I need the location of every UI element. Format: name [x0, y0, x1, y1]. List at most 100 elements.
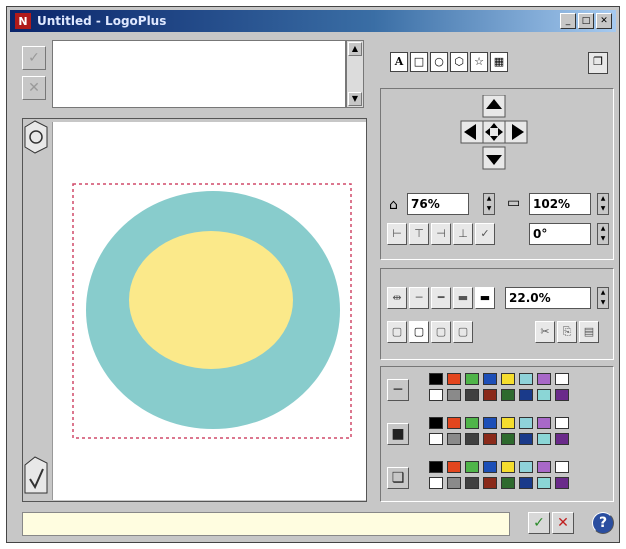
rotation-spinner[interactable]: ▲ ▼ [597, 223, 609, 245]
scroll-down-icon[interactable]: ▼ [348, 92, 362, 106]
rectangle-tool-button[interactable]: □ [410, 52, 428, 72]
minimize-button[interactable]: _ [560, 13, 576, 29]
fill-color-swatch[interactable] [447, 417, 461, 429]
height-scale-field[interactable]: 102% [529, 193, 591, 215]
line-style-button-4[interactable]: ▬ [453, 287, 473, 309]
apply-align-button[interactable]: ✓ [475, 223, 495, 245]
fill-color-swatch[interactable] [519, 433, 533, 445]
shadow-color-swatch[interactable] [483, 477, 497, 489]
line-color-swatch[interactable] [465, 389, 479, 401]
shadow-color-swatch[interactable] [465, 477, 479, 489]
checkmark-handle-icon[interactable] [24, 456, 48, 494]
line-color-swatch[interactable] [519, 389, 533, 401]
accept-text-button[interactable]: ✓ [22, 46, 46, 70]
shadow-color-indicator[interactable]: ❏ [387, 467, 409, 489]
corner-round-button[interactable]: ▢ [409, 321, 429, 343]
shadow-color-swatch[interactable] [537, 477, 551, 489]
cut-button[interactable]: ✂ [535, 321, 555, 343]
shadow-color-swatch[interactable] [555, 477, 569, 489]
fill-color-swatch[interactable] [483, 417, 497, 429]
line-color-swatch[interactable] [537, 389, 551, 401]
line-style-button-5[interactable]: ▬ [475, 287, 495, 309]
shadow-color-swatch[interactable] [501, 477, 515, 489]
line-color-swatch[interactable] [465, 373, 479, 385]
fill-color-swatch[interactable] [537, 433, 551, 445]
fill-color-swatch[interactable] [537, 417, 551, 429]
shadow-color-swatch[interactable] [519, 477, 533, 489]
line-color-indicator[interactable]: ─ [387, 379, 409, 401]
line-style-button-2[interactable]: ─ [409, 287, 429, 309]
fill-color-swatch[interactable] [447, 433, 461, 445]
shadow-color-swatch[interactable] [501, 461, 515, 473]
text-scrollbar[interactable]: ▲ ▼ [346, 40, 364, 108]
circle-tool-button[interactable]: ○ [430, 52, 448, 72]
line-color-swatch[interactable] [483, 389, 497, 401]
copy-button[interactable]: ⎘ [557, 321, 577, 343]
line-style-button-1[interactable]: ⇹ [387, 287, 407, 309]
fill-color-swatch[interactable] [429, 417, 443, 429]
rotation-field[interactable]: 0° [529, 223, 591, 245]
shadow-color-swatch[interactable] [483, 461, 497, 473]
line-color-swatch[interactable] [519, 373, 533, 385]
align-bottom-button[interactable]: ⊥ [453, 223, 473, 245]
shadow-color-swatch[interactable] [537, 461, 551, 473]
shadow-color-swatch[interactable] [555, 461, 569, 473]
fill-color-swatch[interactable] [465, 417, 479, 429]
ok-button[interactable]: ✓ [528, 512, 550, 534]
line-color-swatch[interactable] [555, 373, 569, 385]
line-color-swatch[interactable] [447, 389, 461, 401]
line-width-spinner[interactable]: ▲ ▼ [597, 287, 609, 309]
line-color-swatch[interactable] [429, 389, 443, 401]
fill-color-swatch[interactable] [483, 433, 497, 445]
cancel-text-button[interactable]: ✕ [22, 76, 46, 100]
width-scale-field[interactable]: 76% [407, 193, 469, 215]
shadow-color-swatch[interactable] [429, 477, 443, 489]
fill-color-swatch[interactable] [519, 417, 533, 429]
height-scale-spinner[interactable]: ▲ ▼ [597, 193, 609, 215]
line-color-swatch[interactable] [429, 373, 443, 385]
cancel-button[interactable]: ✕ [552, 512, 574, 534]
line-style-button-3[interactable]: ━ [431, 287, 451, 309]
width-scale-spinner[interactable]: ▲ ▼ [483, 193, 495, 215]
shadow-color-swatch[interactable] [465, 461, 479, 473]
star-tool-button[interactable]: ☆ [470, 52, 488, 72]
fill-color-swatch[interactable] [429, 433, 443, 445]
text-tool-button[interactable]: A [390, 52, 408, 72]
line-color-swatch[interactable] [555, 389, 569, 401]
fill-color-swatch[interactable] [501, 417, 515, 429]
shadow-color-swatch[interactable] [429, 461, 443, 473]
line-color-swatch[interactable] [447, 373, 461, 385]
fill-color-swatch[interactable] [555, 433, 569, 445]
corner-square-button[interactable]: ▢ [387, 321, 407, 343]
maximize-button[interactable]: □ [578, 13, 594, 29]
close-button[interactable]: ✕ [596, 13, 612, 29]
corner-cut-button[interactable]: ▢ [453, 321, 473, 343]
fill-color-swatch[interactable] [555, 417, 569, 429]
line-color-swatch[interactable] [501, 373, 515, 385]
hexagon-tool-button[interactable]: ⬡ [450, 52, 468, 72]
image-tool-button[interactable]: ▦ [490, 52, 508, 72]
text-input-area[interactable] [52, 40, 346, 108]
page-icon[interactable]: ❐ [588, 52, 608, 74]
align-right-button[interactable]: ⊣ [431, 223, 451, 245]
shadow-color-swatch[interactable] [447, 477, 461, 489]
shadow-color-swatch[interactable] [447, 461, 461, 473]
inner-circle-shape[interactable] [129, 231, 293, 369]
fill-color-indicator[interactable]: ■ [387, 423, 409, 445]
hexagon-handle-icon[interactable] [24, 120, 48, 154]
line-color-swatch[interactable] [501, 389, 515, 401]
corner-bevel-button[interactable]: ▢ [431, 321, 451, 343]
line-color-swatch[interactable] [483, 373, 497, 385]
paste-button[interactable]: ▤ [579, 321, 599, 343]
line-width-field[interactable]: 22.0% [505, 287, 591, 309]
title-bar[interactable]: N Untitled - LogoPlus _ □ ✕ [10, 10, 616, 32]
fill-color-swatch[interactable] [501, 433, 515, 445]
drawing-canvas[interactable] [52, 122, 366, 500]
align-top-button[interactable]: ⊤ [409, 223, 429, 245]
align-left-button[interactable]: ⊢ [387, 223, 407, 245]
help-button[interactable]: ? [592, 512, 614, 534]
scroll-up-icon[interactable]: ▲ [348, 42, 362, 56]
line-color-swatch[interactable] [537, 373, 551, 385]
fill-color-swatch[interactable] [465, 433, 479, 445]
shadow-color-swatch[interactable] [519, 461, 533, 473]
